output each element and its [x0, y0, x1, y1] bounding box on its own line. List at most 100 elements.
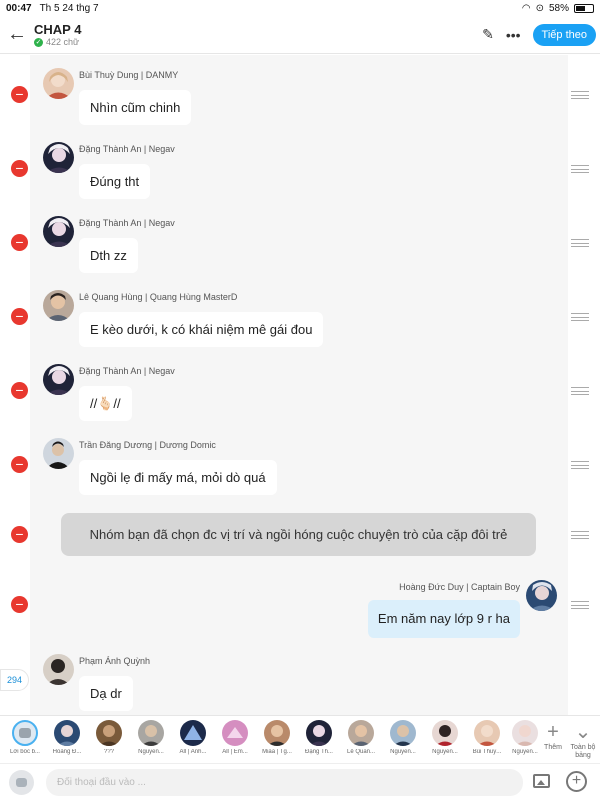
add-label: Thêm [544, 744, 562, 751]
character-name: Nguyễn... [390, 749, 416, 755]
sender-name-right: Hoàng Đức Duy | Captain Boy [399, 582, 520, 592]
avatar [138, 720, 164, 746]
all-label: Toàn bộ bảng [570, 744, 596, 759]
add-character-button[interactable]: + Thêm [538, 720, 568, 752]
avatar [526, 580, 557, 611]
character-name: Nguyễn... [432, 749, 458, 755]
character-item[interactable]: Nguyễn... [131, 720, 171, 755]
avatar [264, 720, 290, 746]
character-name: ??? [103, 749, 114, 755]
drag-handle-icon[interactable] [571, 313, 589, 321]
message-bubble[interactable]: E kèo dưới, k có khái niệm mê gái đou [79, 312, 324, 347]
drag-handle-icon[interactable] [571, 165, 589, 173]
dialogue-input[interactable] [46, 769, 523, 796]
character-name: Bùi Thuỳ... [472, 749, 502, 755]
back-arrow-icon[interactable]: ← [0, 23, 34, 46]
avatar [43, 68, 74, 99]
character-item[interactable]: All | Anh... [173, 720, 213, 755]
delete-message-icon[interactable]: − [11, 526, 28, 543]
chevron-down-icon: ⌄ [574, 721, 592, 743]
header: ← CHAP 4 ✓ 422 chữ ✎ ••• Tiếp theo [0, 16, 600, 54]
character-item[interactable]: Nguyễn... [425, 720, 465, 755]
delete-message-icon[interactable]: − [11, 86, 28, 103]
character-name: Lê Quan... [346, 749, 376, 755]
avatar [43, 290, 74, 321]
message-bubble[interactable]: Nhìn cũm chinh [79, 90, 192, 125]
chat-area[interactable]: − Bùi Thuỳ Dung | DANMY Nhìn cũm chinh −… [0, 55, 600, 715]
image-icon[interactable] [533, 774, 550, 788]
avatar [390, 720, 416, 746]
more-options-icon[interactable]: ••• [506, 27, 521, 43]
message-bubble[interactable]: Đúng tht [79, 164, 151, 199]
status-bar: 00:47 Th 5 24 thg 7 ◠ ⊙ 58% [0, 0, 600, 16]
avatar [180, 720, 206, 746]
status-date: Th 5 24 thg 7 [39, 2, 99, 14]
avatar [43, 654, 74, 685]
delete-message-icon[interactable]: − [11, 382, 28, 399]
character-name: Miaa | Tg... [262, 749, 292, 755]
plus-icon: + [547, 721, 559, 743]
all-characters-button[interactable]: ⌄ Toàn bộ bảng [568, 720, 598, 760]
message-count-badge[interactable]: 294 [0, 669, 29, 691]
character-narrator[interactable]: Lời bốc b... [5, 720, 45, 755]
edit-pencil-icon[interactable]: ✎ [482, 26, 494, 43]
character-item[interactable]: ??? [89, 720, 129, 755]
avatar [96, 720, 122, 746]
message-bubble[interactable]: //🫰🏻// [79, 386, 132, 421]
character-strip: Lời bốc b... Hoàng Đ... ??? Nguyễn... Al… [0, 715, 600, 763]
message-bubble[interactable]: Ngồi lẹ đi mấy má, mỏi dò quá [79, 460, 277, 495]
character-item[interactable]: All | Em... [215, 720, 255, 755]
drag-handle-icon[interactable] [571, 531, 589, 539]
avatar [43, 364, 74, 395]
character-name: All | Em... [222, 749, 248, 755]
avatar [222, 720, 248, 746]
sender-name: Đặng Thành An | Negav [79, 144, 175, 154]
status-time: 00:47 [6, 2, 32, 14]
narration-icon [12, 720, 38, 746]
message-bubble[interactable]: Dth zz [79, 238, 138, 273]
delete-message-icon[interactable]: − [11, 456, 28, 473]
drag-handle-icon[interactable] [571, 239, 589, 247]
character-item[interactable]: Bùi Thuỳ... [467, 720, 507, 755]
character-name: All | Anh... [179, 749, 207, 755]
continue-button[interactable]: Tiếp theo [532, 23, 596, 46]
check-icon: ✓ [34, 37, 43, 47]
character-name: Lời bốc b... [10, 749, 40, 755]
avatar [474, 720, 500, 746]
avatar [43, 142, 74, 173]
add-circle-icon[interactable]: + [566, 771, 587, 792]
drag-handle-icon[interactable] [571, 91, 589, 99]
orientation-lock-icon: ⊙ [535, 2, 544, 14]
avatar [432, 720, 458, 746]
character-name: Đặng Th... [305, 749, 333, 755]
avatar [54, 720, 80, 746]
message-bubble[interactable]: Dạ dr [79, 676, 133, 711]
narration-toggle-button[interactable] [9, 770, 34, 795]
drag-handle-icon[interactable] [571, 387, 589, 395]
character-name: Hoàng Đ... [52, 749, 82, 755]
sender-name: Bùi Thuỳ Dung | DANMY [79, 70, 179, 80]
character-item[interactable]: Nguyễn... [383, 720, 423, 755]
character-item[interactable]: Miaa | Tg... [257, 720, 297, 755]
drag-handle-icon[interactable] [571, 601, 589, 609]
avatar [348, 720, 374, 746]
narration-icon [16, 778, 27, 787]
message-bubble-right[interactable]: Em năm nay lớp 9 r ha [367, 600, 520, 638]
input-bar: + [0, 763, 600, 800]
avatar [43, 438, 74, 469]
drag-handle-icon[interactable] [571, 461, 589, 469]
battery-percent: 58% [548, 2, 569, 14]
word-count-label: 422 chữ [46, 37, 80, 47]
character-item[interactable]: Lê Quan... [341, 720, 381, 755]
delete-message-icon[interactable]: − [11, 160, 28, 177]
character-item[interactable]: Hoàng Đ... [47, 720, 87, 755]
sender-name: Đặng Thành An | Negav [79, 218, 175, 228]
sender-name: Lê Quang Hùng | Quang Hùng MasterD [79, 292, 238, 302]
delete-message-icon[interactable]: − [11, 596, 28, 613]
narration-bubble[interactable]: Nhóm bạn đã chọn đc vị trí và ngồi hóng … [61, 513, 536, 556]
delete-message-icon[interactable]: − [11, 308, 28, 325]
avatar [43, 216, 74, 247]
wifi-icon: ◠ [521, 2, 531, 14]
character-item[interactable]: Đặng Th... [299, 720, 339, 755]
delete-message-icon[interactable]: − [11, 234, 28, 251]
